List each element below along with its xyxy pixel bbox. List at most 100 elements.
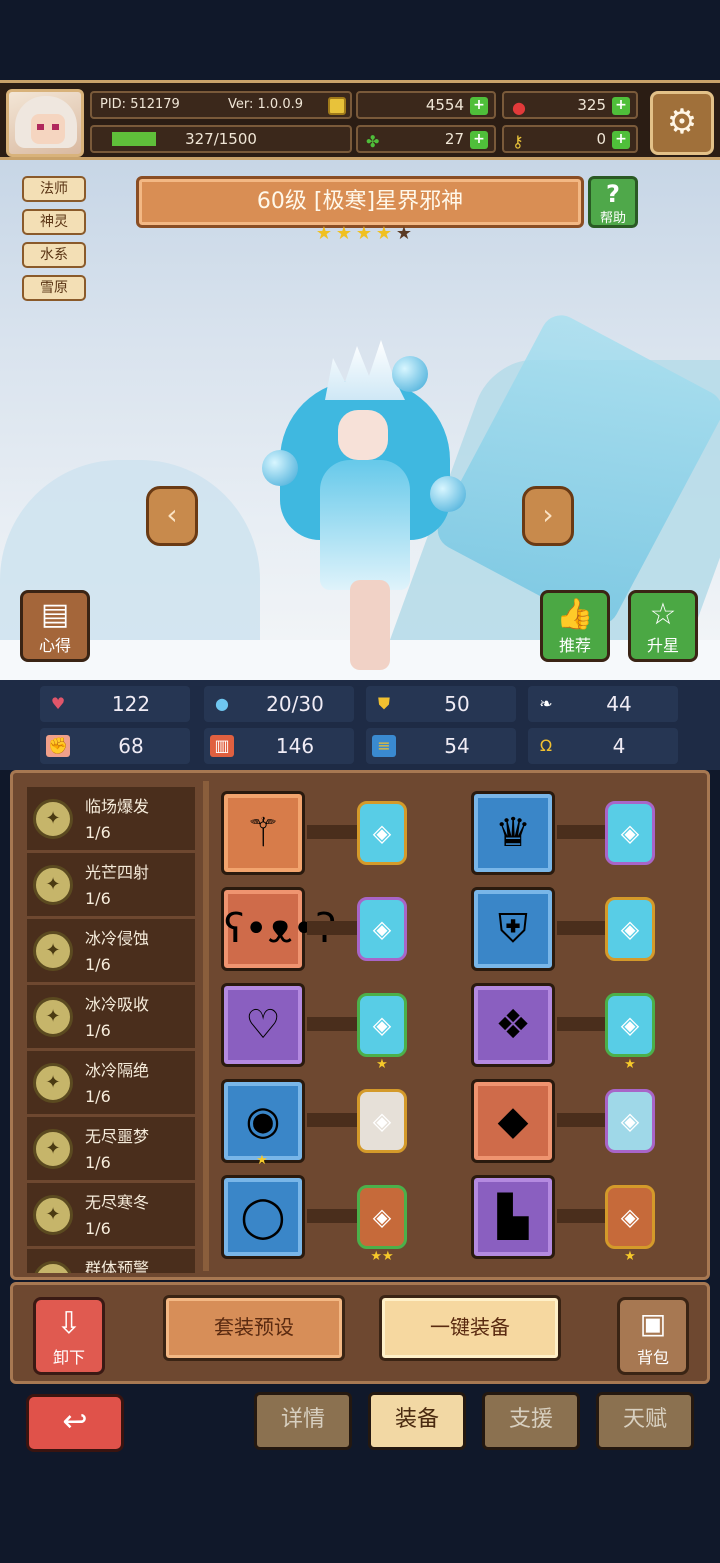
version-label: Ver: 1.0.0.9	[228, 97, 303, 112]
skill-name: 光芒四射	[85, 863, 150, 882]
star-up-icon: ☆	[649, 597, 677, 632]
skill-icon: ✦	[33, 799, 73, 839]
gear-slot-ring[interactable]: ◯	[221, 1175, 305, 1259]
ice-crown-icon: ♛	[495, 810, 531, 856]
skill-item[interactable]: ✦ 冰冷隔绝 1/6	[27, 1051, 195, 1117]
next-hero-button[interactable]: ›	[522, 486, 574, 546]
back-arrow-icon: ↩	[62, 1404, 88, 1439]
star-icon: ★	[335, 223, 353, 244]
gold-counter: 4554 +	[356, 91, 496, 119]
rune-icon: ◈	[372, 1011, 392, 1039]
add-clover-button[interactable]: +	[470, 131, 488, 149]
clover-value: 27	[444, 130, 464, 148]
unequip-button[interactable]: ⇩ 卸下	[33, 1297, 105, 1375]
armor-icon: ⛨	[498, 906, 528, 952]
coin-badge-icon	[328, 97, 346, 115]
skill-item[interactable]: ✦ 光芒四射 1/6	[27, 853, 195, 919]
rune-slot[interactable]: ◈	[357, 897, 407, 961]
skill-icon: ✦	[33, 997, 73, 1037]
hero-tag: 雪原	[22, 275, 86, 301]
rune-icon: ◈	[372, 1203, 392, 1231]
gear-slot-weapon[interactable]: ⚚	[221, 791, 305, 875]
gear-slot-armor[interactable]: ⛨	[471, 887, 555, 971]
skill-item[interactable]: ✦ 群体预警	[27, 1249, 195, 1273]
panel-divider	[203, 781, 209, 1271]
skill-item[interactable]: ✦ 临场爆发 1/6	[27, 787, 195, 853]
rune-slot[interactable]: ◈	[357, 1089, 407, 1153]
skill-item[interactable]: ✦ 冰冷侵蚀 1/6	[27, 919, 195, 985]
rune-slot[interactable]: ◈	[357, 993, 407, 1057]
rune-slot[interactable]: ◈	[605, 1089, 655, 1153]
heart-necklace-icon: ♡	[245, 1002, 281, 1048]
rune-slot[interactable]: ◈	[605, 801, 655, 865]
gear-slot-belt[interactable]: ◆	[471, 1079, 555, 1163]
slot-link	[307, 1113, 359, 1127]
skill-list[interactable]: ✦ 临场爆发 1/6 ✦ 光芒四射 1/6 ✦ 冰冷侵蚀 1/6 ✦ 冰冷吸收 …	[27, 787, 195, 1273]
recommend-button[interactable]: 👍 推荐	[540, 590, 610, 662]
star-up-button[interactable]: ☆ 升星	[628, 590, 698, 662]
player-avatar[interactable]	[6, 89, 84, 157]
rune-icon: ◈	[620, 819, 640, 847]
add-gems-button[interactable]: +	[612, 97, 630, 115]
gear-slot-amulet[interactable]: ◉	[221, 1079, 305, 1163]
hero-tag: 水系	[22, 242, 86, 268]
stat-agility: ≡ 54	[366, 728, 516, 764]
slot-link	[557, 825, 609, 839]
gear-slot-offhand[interactable]: ʕ•ᴥ•ʔ	[221, 887, 336, 971]
tab-talent[interactable]: 天赋	[596, 1392, 694, 1450]
rune-slot[interactable]: ◈	[357, 1185, 407, 1249]
backpack-button[interactable]: ▣ 背包	[617, 1297, 689, 1375]
star-icon: ★	[256, 1153, 268, 1168]
star-icon: ★	[315, 223, 333, 244]
set-preset-button[interactable]: 套装预设	[163, 1295, 345, 1361]
gear-slot-crown[interactable]: ♛	[471, 791, 555, 875]
skill-item[interactable]: ✦ 无尽噩梦 1/6	[27, 1117, 195, 1183]
stat-value: 44	[606, 692, 632, 716]
hero-title: 60级 [极寒]星界邪神	[136, 176, 584, 228]
gear-slot-necklace[interactable]: ♡	[221, 983, 305, 1067]
stat-speed: ❧ 44	[528, 686, 678, 722]
star-icon: ★★	[370, 1249, 394, 1264]
skill-item[interactable]: ✦ 无尽寒冬 1/6	[27, 1183, 195, 1249]
rune-slot[interactable]: ◈	[357, 801, 407, 865]
skill-icon: ✦	[33, 1261, 73, 1273]
rune-icon: ◈	[372, 915, 392, 943]
tab-support[interactable]: 支援	[482, 1392, 580, 1450]
help-label: 帮助	[599, 211, 626, 226]
skill-item[interactable]: ✦ 冰冷吸收 1/6	[27, 985, 195, 1051]
rune-icon: ◈	[620, 1011, 640, 1039]
heart-icon: ♥	[50, 694, 66, 713]
key-value: 0	[596, 130, 606, 148]
belt-icon: ◆	[497, 1098, 529, 1144]
help-button[interactable]: ? 帮助	[588, 176, 638, 228]
skill-count: 1/6	[85, 1087, 111, 1106]
gear-slot-cloak[interactable]: ❖	[471, 983, 555, 1067]
fist-icon: ✊	[46, 735, 70, 757]
add-gold-button[interactable]: +	[470, 97, 488, 115]
add-keys-button[interactable]: +	[612, 131, 630, 149]
auto-equip-button[interactable]: 一键装备	[379, 1295, 561, 1361]
skill-count: 1/6	[85, 889, 111, 908]
stat-defense: ⛊ 50	[366, 686, 516, 722]
stats-panel: ♥ 122 ● 20/30 ⛊ 50 ❧ 44 ✊ 68 ▥ 146 ≡ 54 …	[0, 680, 720, 770]
prev-hero-button[interactable]: ‹	[146, 486, 198, 546]
hero-sprite	[262, 340, 466, 670]
dash-icon: ≡	[372, 735, 396, 757]
hero-body	[320, 460, 410, 590]
settings-button[interactable]: ⚙	[650, 91, 714, 155]
gear-slot-boots[interactable]: ▙	[471, 1175, 555, 1259]
exp-value: 327/1500	[185, 130, 257, 148]
rune-slot[interactable]: ◈	[605, 897, 655, 961]
rune-slot[interactable]: ◈	[605, 993, 655, 1057]
stat-value: 20/30	[266, 692, 324, 716]
tab-details[interactable]: 详情	[254, 1392, 352, 1450]
skill-icon: ✦	[33, 1129, 73, 1169]
insight-button[interactable]: ▤ 心得	[20, 590, 90, 662]
skill-icon: ✦	[33, 1063, 73, 1103]
back-button[interactable]: ↩	[26, 1394, 124, 1452]
slot-link	[307, 1017, 359, 1031]
rune-slot[interactable]: ◈	[605, 1185, 655, 1249]
tab-equipment[interactable]: 装备	[368, 1392, 466, 1450]
skill-name: 冰冷吸收	[85, 995, 150, 1014]
star-icon: ★	[624, 1057, 636, 1072]
